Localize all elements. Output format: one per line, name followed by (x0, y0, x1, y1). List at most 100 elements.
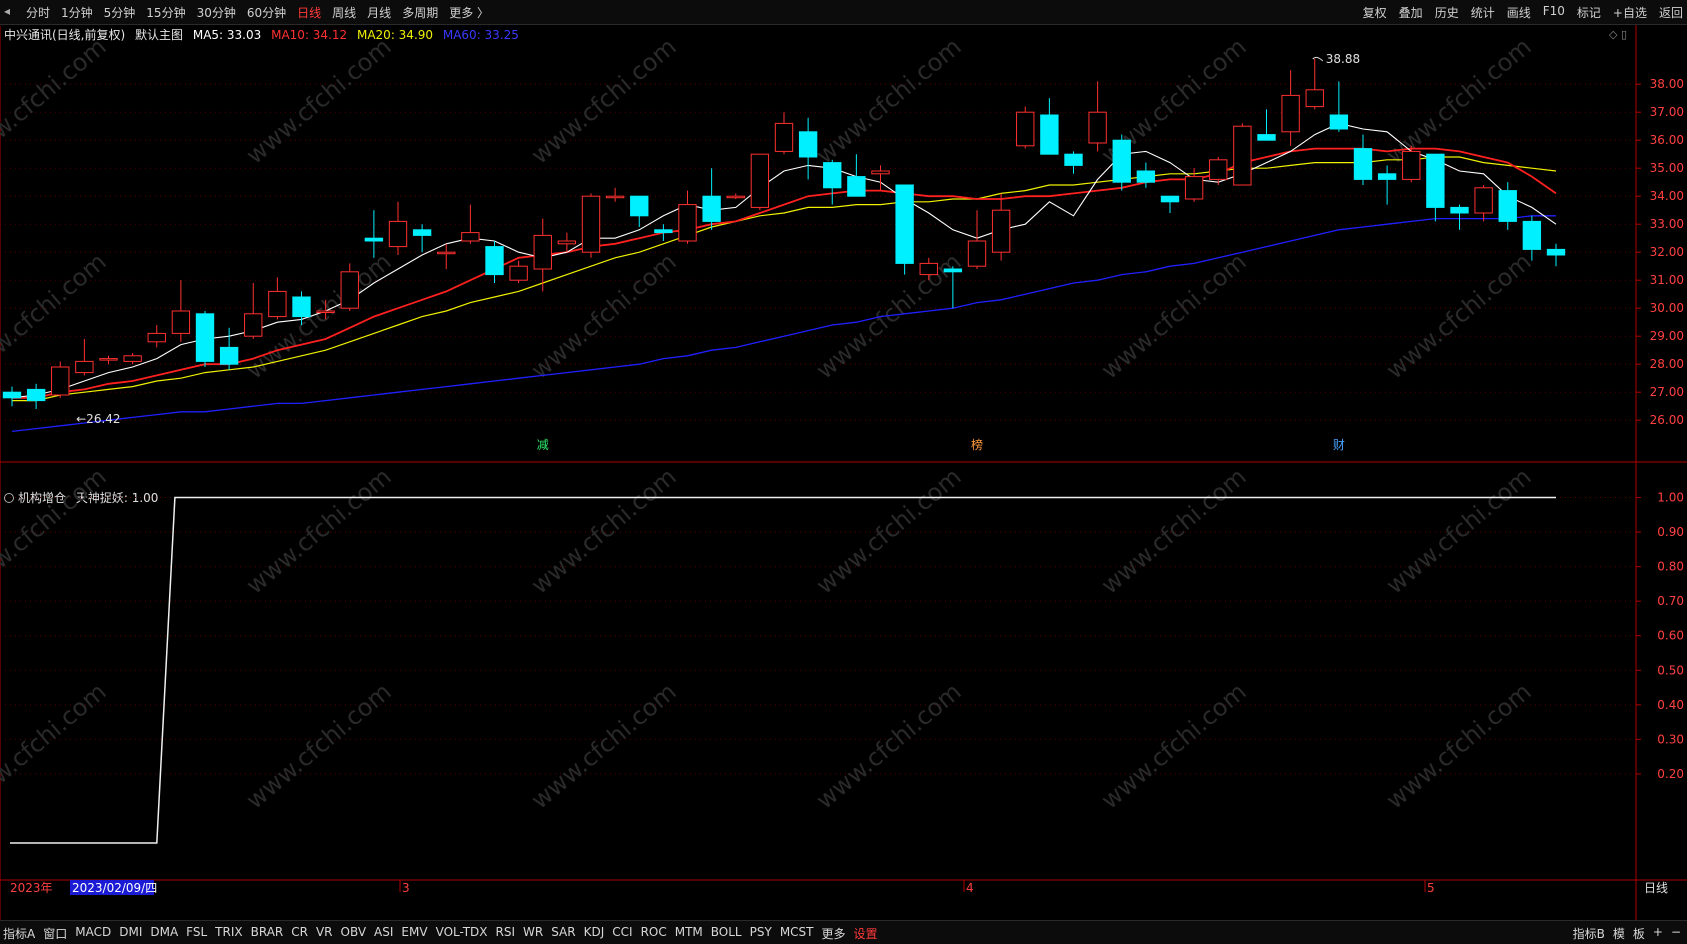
tool-button-6[interactable]: 标记 (1577, 4, 1601, 21)
candle-body (316, 310, 335, 313)
candle-body (1088, 111, 1107, 144)
candle-body (1329, 114, 1349, 130)
period-tab-7[interactable]: 周线 (332, 4, 356, 21)
event-marker: 减 (537, 438, 549, 452)
indicator-tab-2[interactable]: MACD (75, 925, 111, 942)
indicator-tab-18[interactable]: CCI (612, 925, 632, 942)
candle-body (750, 153, 770, 208)
candle-body (1377, 173, 1397, 180)
tool-button-8[interactable]: 返回 (1659, 4, 1683, 21)
candle-body (219, 346, 239, 365)
watermark-text: www.cfchi.com (526, 32, 682, 169)
period-tab-10[interactable]: 更多 〉 (449, 4, 489, 21)
candle-body (1305, 89, 1324, 108)
indicator-tab-22[interactable]: PSY (750, 925, 772, 942)
watermark-text: www.cfchi.com (1381, 462, 1537, 599)
bottom-toolbar: 指标A 窗口 MACD DMI DMA FSL TRIX BRAR CR VR OBV ASI EMV V… (0, 920, 1687, 944)
right-button-3[interactable]: + (1653, 925, 1663, 942)
tool-button-7[interactable]: +自选 (1613, 4, 1647, 21)
candle-body (1064, 153, 1083, 166)
year-label: 2023年 (10, 881, 53, 895)
right-button-1[interactable]: 模 (1613, 925, 1625, 942)
indicator-tab-4[interactable]: DMA (150, 925, 178, 942)
watermark-text: www.cfchi.com (1096, 677, 1252, 814)
right-button-2[interactable]: 板 (1633, 925, 1645, 942)
right-buttons: 指标B 模板 + − (1565, 925, 1681, 942)
candle-body (1112, 139, 1131, 183)
tool-button-2[interactable]: 历史 (1435, 4, 1459, 21)
price-tick-label: 34.00 (1650, 189, 1684, 203)
period-tab-6[interactable]: 日线 (297, 4, 321, 21)
indicator-tab-13[interactable]: VOL-TDX (436, 925, 488, 942)
period-tab-3[interactable]: 15分钟 (146, 4, 185, 21)
indicator-tab-14[interactable]: RSI (496, 925, 516, 942)
candle-body (26, 388, 46, 402)
candle-body (364, 237, 384, 242)
tool-button-1[interactable]: 叠加 (1399, 4, 1423, 21)
indicator-tab-17[interactable]: KDJ (584, 925, 605, 942)
indicator-tab-23[interactable]: MCST (780, 925, 814, 942)
candle-body (1136, 170, 1156, 183)
price-tick-label: 26.00 (1650, 413, 1684, 427)
indicator-tab-5[interactable]: FSL (186, 925, 207, 942)
indicator-tab-10[interactable]: OBV (341, 925, 367, 942)
period-tab-2[interactable]: 5分钟 (104, 4, 136, 21)
period-tab-0[interactable]: 分时 (26, 4, 50, 21)
indicator-tab-15[interactable]: WR (523, 925, 543, 942)
candle-body (1016, 111, 1035, 147)
indicator-tab-8[interactable]: CR (291, 925, 308, 942)
indicator-tab-11[interactable]: ASI (374, 925, 393, 942)
period-tab-1[interactable]: 1分钟 (61, 4, 93, 21)
candle-body (51, 366, 70, 396)
period-tab-8[interactable]: 月线 (367, 4, 391, 21)
candle-body (1353, 148, 1373, 180)
indicator-tab-25[interactable]: 设置 (854, 925, 878, 942)
indicator-tab-1[interactable]: 窗口 (43, 925, 67, 942)
indicator-tab-12[interactable]: EMV (401, 925, 427, 942)
candle-body (871, 170, 890, 175)
indicator-tab-9[interactable]: VR (316, 925, 333, 942)
period-tab-9[interactable]: 多周期 (402, 4, 438, 21)
candle-body (1546, 248, 1566, 256)
indicator-tab-0[interactable]: 指标A (3, 925, 35, 942)
indicator-tab-19[interactable]: ROC (641, 925, 667, 942)
event-marker: 财 (1333, 438, 1345, 452)
candle-body (195, 313, 215, 362)
chart-area[interactable]: www.cfchi.com www.cfchi.com www.cfchi.com w… (0, 25, 1687, 920)
sub-tick-label: 0.30 (1657, 732, 1684, 746)
indicator-tab-7[interactable]: BRAR (251, 925, 284, 942)
period-badge: 日线 (1644, 881, 1668, 895)
high-price-label: 38.88 (1326, 52, 1360, 66)
right-button-4[interactable]: − (1671, 925, 1681, 942)
back-arrow-icon[interactable]: ◂ (4, 4, 10, 18)
candle-body (1040, 114, 1059, 155)
candle-body (485, 246, 504, 276)
tool-button-5[interactable]: F10 (1543, 4, 1565, 21)
candle-body (509, 265, 528, 281)
period-tab-4[interactable]: 30分钟 (197, 4, 236, 21)
indicator-tab-20[interactable]: MTM (675, 925, 703, 942)
indicator-tab-6[interactable]: TRIX (215, 925, 242, 942)
candle-body (654, 229, 673, 234)
tool-button-0[interactable]: 复权 (1363, 4, 1387, 21)
candle-body (292, 296, 311, 318)
candle-body (895, 184, 914, 264)
tool-button-4[interactable]: 画线 (1507, 4, 1531, 21)
period-tab-5[interactable]: 60分钟 (247, 4, 286, 21)
candle-body (1450, 206, 1469, 214)
watermark-text: www.cfchi.com (0, 32, 112, 169)
indicator-tab-24[interactable]: 更多 (822, 925, 846, 942)
candle-body (581, 195, 601, 253)
indicator-tab-3[interactable]: DMI (119, 925, 142, 942)
indicator-tab-21[interactable]: BOLL (711, 925, 742, 942)
watermark-text: www.cfchi.com (0, 677, 112, 814)
tool-button-3[interactable]: 统计 (1471, 4, 1495, 21)
candle-body (991, 209, 1011, 253)
watermark-text: www.cfchi.com (0, 462, 112, 599)
indicator-tab-16[interactable]: SAR (551, 925, 575, 942)
candle-body (1402, 150, 1421, 180)
price-tick-label: 27.00 (1650, 385, 1684, 399)
candle-body (437, 251, 456, 255)
right-button-0[interactable]: 指标B (1573, 925, 1605, 942)
watermark-text: www.cfchi.com (811, 677, 967, 814)
